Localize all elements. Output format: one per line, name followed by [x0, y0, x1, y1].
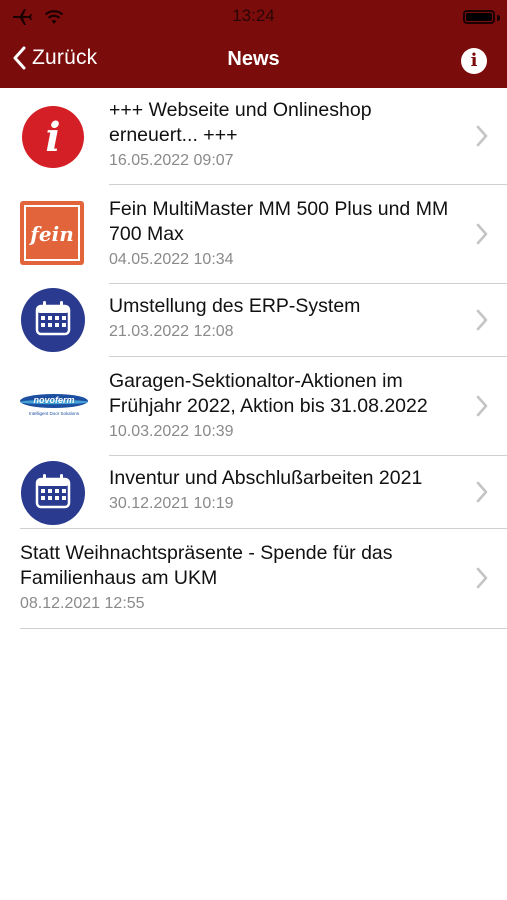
status-time: 13:24: [232, 6, 275, 25]
calendar-icon: [21, 461, 85, 525]
calendar-icon: [21, 288, 85, 352]
chevron-right-icon: [476, 481, 488, 503]
header: 13:24 Zurück News i: [0, 0, 507, 88]
chevron-right-icon: [476, 125, 488, 147]
chevron-right-icon: [476, 223, 488, 245]
news-item[interactable]: novoferm Intelligent Door Solutions Gara…: [0, 357, 507, 456]
nav-bar: Zurück News i: [0, 38, 507, 84]
news-date: 10.03.2022 10:39: [109, 423, 234, 440]
news-title: Garagen-Sektionaltor-Aktionen im Frühjah…: [109, 370, 428, 417]
news-title: Inventur und Abschlußarbeiten 2021: [109, 467, 423, 489]
news-item[interactable]: Inventur und Abschlußarbeiten 2021 30.12…: [0, 456, 507, 529]
news-list: i +++ Webseite und Onlineshop erneuert..…: [0, 88, 507, 629]
news-title: +++ Webseite und Onlineshop erneuert... …: [109, 99, 372, 146]
novoferm-logo: novoferm Intelligent Door Solutions: [20, 394, 88, 416]
news-date: 08.12.2021 12:55: [20, 595, 145, 612]
news-title: Fein MultiMaster MM 500 Plus und MM 700 …: [109, 198, 449, 245]
news-title: Statt Weihnachtspräsente - Spende für da…: [20, 542, 393, 589]
svg-text:i: i: [45, 114, 60, 161]
svg-text:novoferm: novoferm: [33, 395, 74, 405]
row-separator: [20, 628, 507, 629]
page-title: News: [227, 48, 280, 70]
info-icon[interactable]: i: [461, 48, 487, 74]
battery-icon: [463, 10, 495, 24]
news-date: 16.05.2022 09:07: [109, 152, 234, 169]
news-date: 30.12.2021 10:19: [109, 495, 234, 512]
news-item[interactable]: i +++ Webseite und Onlineshop erneuert..…: [0, 88, 507, 185]
news-date: 04.05.2022 10:34: [109, 251, 234, 268]
svg-text:Intelligent Door Solutions: Intelligent Door Solutions: [29, 411, 80, 416]
news-item[interactable]: fein Fein MultiMaster MM 500 Plus und MM…: [0, 185, 507, 284]
news-screen: 13:24 Zurück News i i +++ Webseite und O…: [0, 0, 507, 900]
news-date: 21.03.2022 12:08: [109, 323, 234, 340]
news-item[interactable]: Statt Weihnachtspräsente - Spende für da…: [0, 529, 507, 629]
status-bar: 13:24: [0, 0, 507, 34]
chevron-right-icon: [476, 309, 488, 331]
fein-logo: fein: [20, 201, 84, 265]
news-title: Umstellung des ERP-System: [109, 295, 361, 317]
chevron-right-icon: [476, 567, 488, 589]
svg-text:fein: fein: [28, 222, 73, 246]
info-icon: i: [22, 106, 84, 168]
news-item[interactable]: Umstellung des ERP-System 21.03.2022 12:…: [0, 284, 507, 357]
chevron-right-icon: [476, 395, 488, 417]
